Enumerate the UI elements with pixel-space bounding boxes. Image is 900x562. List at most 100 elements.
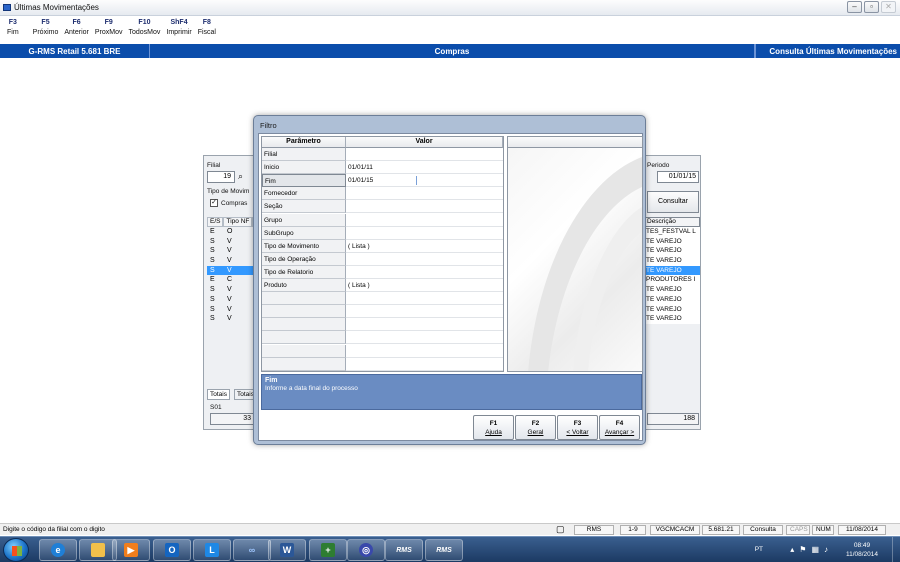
clock[interactable]: 08:49 11/08/2014 <box>840 541 884 559</box>
taskbar-app-circle[interactable]: ◎ <box>347 539 385 561</box>
lync-icon: L <box>205 543 219 557</box>
param-row-empty <box>262 292 503 306</box>
rms-app-icon: RMS <box>396 546 412 554</box>
screen-name: Consulta Últimas Movimentações <box>755 44 900 58</box>
avancar-button[interactable]: F4 Avançar > <box>599 415 640 440</box>
fkey-fiscal[interactable]: F8 Fiscal <box>195 16 219 43</box>
movements-table-left: EO SV SV SV SV EC SV SV SV SV <box>207 227 255 324</box>
filial-input[interactable]: 19 <box>207 171 235 183</box>
table-row[interactable]: SV <box>207 314 255 324</box>
param-row-subgrupo[interactable]: SubGrupo <box>262 226 503 240</box>
descricao-header: Descrição <box>644 217 700 227</box>
taskbar-ie[interactable]: e <box>39 539 77 561</box>
table-row[interactable]: SV <box>207 285 255 295</box>
help-panel: Fim Informe a data final do processo <box>261 374 642 410</box>
taskbar-rms-1[interactable]: RMS <box>385 539 423 561</box>
taskbar-app-infinity[interactable]: ∞ <box>233 539 271 561</box>
status-mode: Consulta <box>743 525 783 535</box>
chevron-up-icon[interactable]: ▴ <box>790 545 794 554</box>
start-button[interactable] <box>3 538 29 562</box>
total-left-value: 33 <box>210 413 255 425</box>
fkey-fim[interactable]: F3 Fim <box>4 16 22 43</box>
outlook-icon: O <box>165 543 179 557</box>
parameter-grid: Parâmetro Valor Filial Inicio 01/01/11 Fi… <box>261 136 504 372</box>
clock-time: 08:49 <box>853 542 871 549</box>
param-row-tipo-operacao[interactable]: Tipo de Operação <box>262 252 503 266</box>
s01-label: S01 <box>210 404 222 411</box>
volume-icon[interactable]: ♪ <box>824 545 828 554</box>
filial-label: Filial <box>207 162 221 169</box>
status-bar: Digite o código da filial com o digito ▢… <box>0 523 900 535</box>
param-row-empty <box>262 305 503 319</box>
table-row[interactable]: SV <box>207 246 255 256</box>
language-indicator[interactable]: PT <box>755 546 763 553</box>
total-right-value: 188 <box>647 413 699 425</box>
show-desktop-button[interactable] <box>892 537 900 562</box>
function-key-toolbar: F3 Fim F5 Próximo F6 Anterior F9 ProxMov F10… <box>0 16 900 43</box>
param-row-empty <box>262 357 503 371</box>
status-system: RMS <box>574 525 614 535</box>
plus-app-icon: + <box>321 543 335 557</box>
param-row-secao[interactable]: Seção <box>262 200 503 214</box>
table-row[interactable]: SV <box>207 256 255 266</box>
internet-explorer-icon: e <box>51 543 65 557</box>
filter-dialog: Filtro Parâmetro Valor Filial Inicio 01/0… <box>253 115 646 445</box>
media-player-icon: ▶ <box>124 543 138 557</box>
tab-totais[interactable]: Totais <box>207 389 230 400</box>
ajuda-button[interactable]: F1 Ajuda <box>473 415 514 440</box>
module-header: G-RMS Retail 5.681 BRE Compras Consulta … <box>0 44 900 58</box>
voltar-button[interactable]: F3 < Voltar <box>557 415 598 440</box>
taskbar-app-plus[interactable]: + <box>309 539 347 561</box>
fkey-proximo[interactable]: F5 Próximo <box>30 16 62 43</box>
tipo-movimento-label: Tipo de Movim <box>207 188 250 195</box>
status-date: 11/08/2014 <box>838 525 886 535</box>
compras-checkbox[interactable]: ✓ <box>210 199 218 207</box>
table-row[interactable]: SV <box>207 237 255 247</box>
taskbar-lync[interactable]: L <box>193 539 231 561</box>
taskbar-word[interactable]: W <box>268 539 306 561</box>
table-row[interactable]: EC <box>207 275 255 285</box>
param-row-tipo-relatorio[interactable]: Tipo de Relatorio <box>262 265 503 279</box>
binoculars-icon[interactable]: ⌕ <box>238 171 243 182</box>
minimize-button[interactable]: – <box>847 1 862 13</box>
periodo-label: Periodo <box>647 162 670 169</box>
taskbar-media[interactable]: ▶ <box>112 539 150 561</box>
compras-label: Compras <box>221 200 248 207</box>
fkey-anterior[interactable]: F6 Anterior <box>61 16 92 43</box>
status-caps: CAPS <box>786 525 810 535</box>
taskbar-rms-2[interactable]: RMS <box>425 539 463 561</box>
maximize-button[interactable]: ▫ <box>864 1 879 13</box>
grid-header-parametro: Parâmetro <box>262 137 346 148</box>
param-row-tipo-movimento[interactable]: Tipo de Movimento( Lista ) <box>262 239 503 253</box>
movements-table-right: TES_FESTVAL L TE VAREJO TE VAREJO TE VAR… <box>644 227 700 324</box>
status-user: VGCMCACM <box>650 525 700 535</box>
flag-icon[interactable]: ⚑ <box>799 545 806 554</box>
table-row-selected[interactable]: SV <box>207 265 255 276</box>
param-row-filial[interactable]: Filial <box>262 148 503 162</box>
param-row-produto[interactable]: Produto( Lista ) <box>262 279 503 293</box>
consultar-button[interactable]: Consultar <box>647 191 699 213</box>
param-row-fim[interactable]: Fim 01/01/15 <box>262 174 503 188</box>
fkey-todosmov[interactable]: F10 TodosMov <box>126 16 164 43</box>
table-row[interactable]: SV <box>207 295 255 305</box>
close-button[interactable]: ✕ <box>881 1 896 13</box>
table-row[interactable]: SV <box>207 305 255 315</box>
param-row-inicio[interactable]: Inicio 01/01/11 <box>262 161 503 175</box>
folder-icon <box>91 543 105 557</box>
status-version: 5.681.21 <box>702 525 740 535</box>
text-caret <box>416 176 417 186</box>
param-row-grupo[interactable]: Grupo <box>262 213 503 227</box>
rms-app-icon: RMS <box>436 546 452 554</box>
fim-value-input: 01/01/15 <box>346 174 503 188</box>
param-row-fornecedor[interactable]: Fornecedor <box>262 187 503 201</box>
network-icon[interactable]: ▦ <box>811 545 819 554</box>
table-row[interactable]: EO <box>207 227 255 237</box>
geral-button[interactable]: F2 Geral <box>515 415 556 440</box>
fkey-proxmov[interactable]: F9 ProxMov <box>92 16 126 43</box>
periodo-input[interactable]: 01/01/15 <box>657 171 699 183</box>
taskbar-outlook[interactable]: O <box>153 539 191 561</box>
param-row-empty <box>262 331 503 345</box>
tray-icons: ▴ ⚑ ▦ ♪ <box>790 545 828 554</box>
word-icon: W <box>280 543 294 557</box>
fkey-imprimir[interactable]: ShF4 Imprimir <box>163 16 194 43</box>
